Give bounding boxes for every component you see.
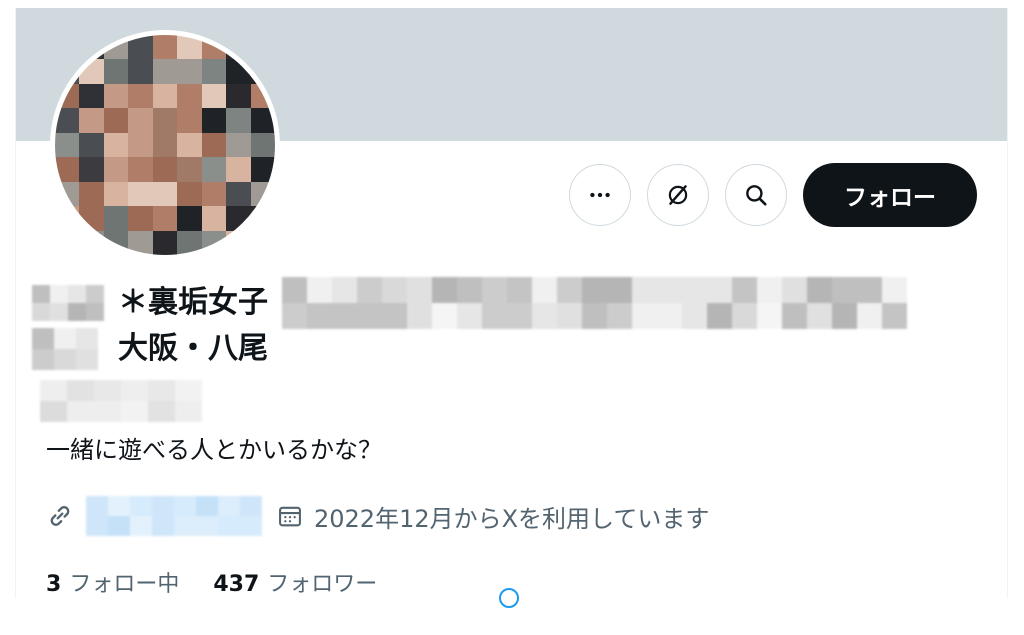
follow-stats: 3 フォロー中 437 フォロワー bbox=[46, 566, 411, 598]
grok-button[interactable] bbox=[647, 164, 709, 226]
avatar[interactable] bbox=[50, 30, 280, 260]
followers-stat[interactable]: 437 フォロワー bbox=[213, 566, 377, 598]
search-button[interactable] bbox=[725, 164, 787, 226]
more-horizontal-icon bbox=[590, 192, 610, 198]
following-count: 3 bbox=[46, 572, 62, 597]
profile-card: フォロー ＊裏垢女子 大阪・八尾 一緒に遊べる人とかいるかな？ 2022年12月… bbox=[15, 8, 1008, 598]
profile-meta: 2022年12月からXを利用しています bbox=[46, 496, 709, 536]
display-name-text-2: 大阪・八尾 bbox=[118, 331, 268, 366]
following-stat[interactable]: 3 フォロー中 bbox=[46, 566, 179, 598]
redacted-website-link[interactable] bbox=[86, 496, 262, 536]
followers-label: フォロワー bbox=[267, 572, 378, 597]
link-icon bbox=[50, 506, 70, 526]
profile-actions: フォロー bbox=[569, 163, 977, 227]
grok-icon bbox=[668, 185, 688, 205]
more-button[interactable] bbox=[569, 164, 631, 226]
calendar-icon bbox=[279, 506, 301, 527]
redacted-handle bbox=[40, 380, 205, 424]
display-name-line-1: ＊裏垢女子 bbox=[32, 277, 972, 329]
followers-count: 437 bbox=[213, 572, 260, 597]
redacted-name-suffix bbox=[282, 277, 907, 329]
display-name: ＊裏垢女子 大阪・八尾 bbox=[32, 277, 972, 372]
loading-spinner bbox=[499, 588, 519, 608]
search-icon bbox=[746, 185, 767, 206]
redacted-name-emoji bbox=[32, 328, 98, 370]
following-label: フォロー中 bbox=[69, 572, 180, 597]
follow-button[interactable]: フォロー bbox=[803, 163, 977, 227]
display-name-text-1: ＊裏垢女子 bbox=[118, 285, 268, 320]
avatar-mosaic-image bbox=[55, 35, 275, 255]
display-name-line-2: 大阪・八尾 bbox=[32, 326, 972, 372]
redacted-name-prefix bbox=[32, 285, 104, 321]
profile-bio: 一緒に遊べる人とかいるかな？ bbox=[46, 436, 382, 464]
joined-date: 2022年12月からXを利用しています bbox=[314, 504, 710, 533]
